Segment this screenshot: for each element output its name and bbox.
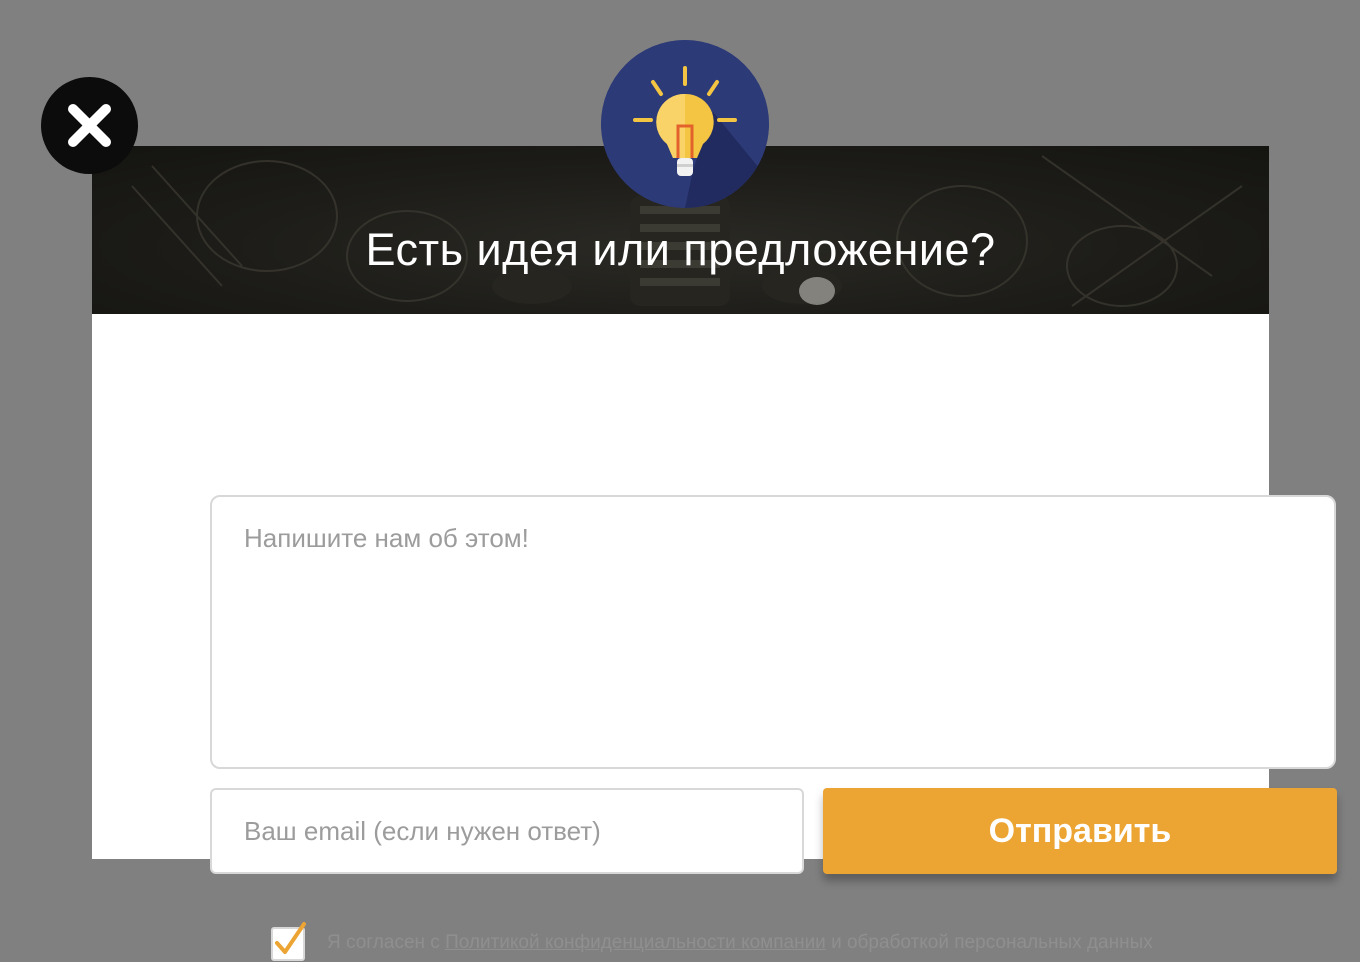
close-button[interactable] <box>41 77 138 174</box>
lightbulb-icon <box>601 40 769 208</box>
lightbulb-logo <box>601 40 769 208</box>
close-icon <box>68 104 111 147</box>
checkmark-icon <box>275 922 306 954</box>
consent-text-after: и обработкой персональных данных <box>825 932 1153 953</box>
consent-text: Я согласен с Политикой конфиденциальност… <box>327 932 1153 954</box>
message-textarea[interactable] <box>210 495 1336 769</box>
modal-title: Есть идея или предложение? <box>365 224 996 275</box>
email-input[interactable] <box>210 788 804 874</box>
privacy-policy-link[interactable]: Политикой конфиденциальности компании <box>445 932 826 953</box>
submit-button[interactable]: Отправить <box>823 788 1337 874</box>
consent-row: Я согласен с Политикой конфиденциальност… <box>271 922 1301 962</box>
consent-text-before: Я согласен с <box>327 932 446 953</box>
feedback-modal: Есть идея или предложение? Отправить Я с… <box>92 146 1337 961</box>
consent-checkbox[interactable] <box>271 922 306 961</box>
